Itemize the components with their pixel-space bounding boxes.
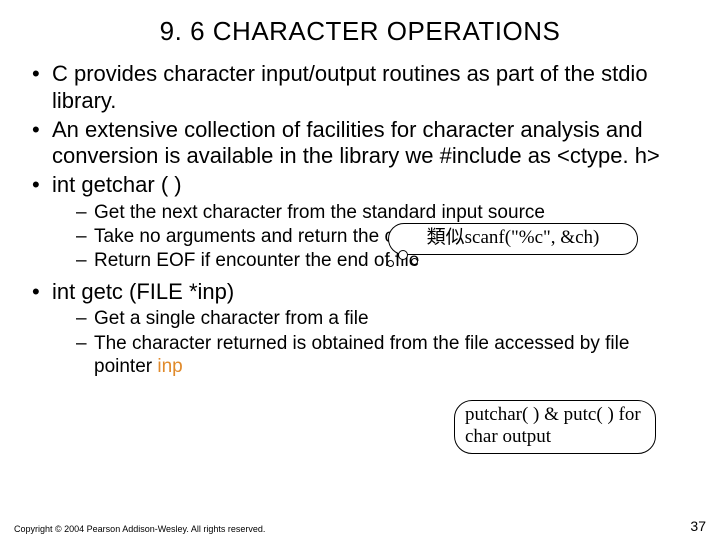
callout-putchar: putchar( ) & putc( ) for char output (454, 400, 656, 454)
callout-dot (411, 258, 418, 265)
bullet-1: C provides character input/output routin… (30, 61, 690, 115)
bullet-list: C provides character input/output routin… (28, 61, 692, 378)
bullet-4-sub-2b: inp (157, 356, 182, 377)
bullet-3-sub-1: Get the next character from the standard… (76, 201, 690, 224)
bullet-4-text: int getc (FILE *inp) (52, 279, 234, 304)
bullet-4-sublist: Get a single character from a file The c… (52, 307, 690, 378)
bullet-4: int getc (FILE *inp) Get a single charac… (30, 279, 690, 378)
callout-dot (398, 250, 408, 260)
callout-scanf: 類似scanf("%c", &ch) (388, 223, 638, 255)
bullet-4-sub-1: Get a single character from a file (76, 307, 690, 330)
bullet-2: An extensive collection of facilities fo… (30, 117, 690, 171)
footer: Copyright © 2004 Pearson Addison-Wesley.… (14, 524, 706, 534)
slide-title: 9. 6 CHARACTER OPERATIONS (28, 16, 692, 47)
callout-dot (387, 260, 394, 267)
bullet-4-sub-2: The character returned is obtained from … (76, 332, 690, 378)
bullet-3-text: int getchar ( ) (52, 172, 182, 197)
page-number: 37 (690, 518, 706, 534)
copyright-text: Copyright © 2004 Pearson Addison-Wesley.… (14, 524, 265, 534)
